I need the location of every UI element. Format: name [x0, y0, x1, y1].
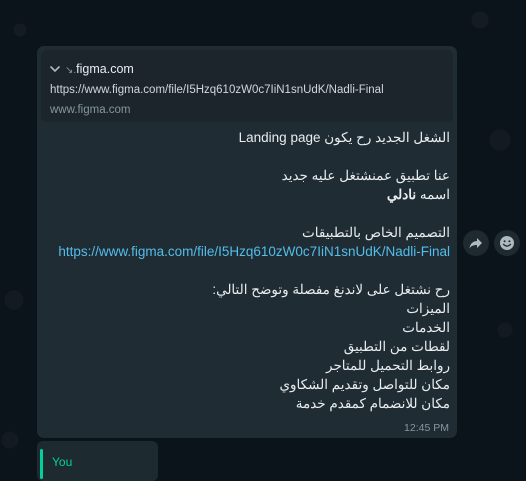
emoji-icon	[500, 236, 514, 250]
message-line: الميزات	[406, 301, 450, 316]
forward-icon	[469, 238, 482, 249]
chevron-down-icon[interactable]	[49, 63, 61, 75]
figma-link[interactable]: https://www.figma.com/file/I5Hzq610zW0c7…	[58, 244, 450, 259]
reply-sender-name: You	[52, 455, 73, 469]
message-timestamp: 12:45 PM	[404, 422, 449, 434]
message-line: مكان للانضمام كمقدم خدمة	[295, 396, 450, 411]
link-preview-domain: ↘.figma.com	[65, 62, 134, 76]
message-line: رح نشتغل على لاندنغ مفصلة وتوضح التالي:	[212, 282, 450, 297]
link-preview[interactable]: ↘.figma.com https://www.figma.com/file/I…	[41, 50, 453, 122]
link-preview-url[interactable]: https://www.figma.com/file/I5Hzq610zW0c7…	[50, 84, 384, 96]
message-line: الخدمات	[402, 320, 450, 335]
message-text: الشغل الجديد رح يكون Landing page عنا تط…	[44, 128, 450, 413]
message-line: اسمه نادلي	[386, 187, 450, 202]
link-preview-header: ↘.figma.com	[49, 62, 134, 76]
message-line: روابط التحميل للمتاجر	[326, 358, 450, 373]
reply-accent-bar	[40, 449, 43, 479]
message-line: https://www.figma.com/file/I5Hzq610zW0c7…	[44, 242, 450, 261]
message-line: لقطات من التطبيق	[343, 339, 450, 354]
quoted-reply[interactable]: You	[37, 441, 158, 481]
link-preview-site: www.figma.com	[50, 104, 131, 116]
message-line: عنا تطبيق عمنشتغل عليه جديد	[281, 168, 450, 183]
app-name: نادلي	[386, 187, 417, 202]
message-line: مكان للتواصل وتقديم الشكاوي	[279, 377, 450, 392]
message-line: التصميم الخاص بالتطبيقات	[302, 225, 450, 240]
emoji-reaction-button[interactable]	[494, 230, 520, 256]
forward-button[interactable]	[463, 230, 489, 256]
message-bubble[interactable]: ↘.figma.com https://www.figma.com/file/I…	[37, 46, 457, 438]
message-line: الشغل الجديد رح يكون Landing page	[238, 130, 450, 145]
